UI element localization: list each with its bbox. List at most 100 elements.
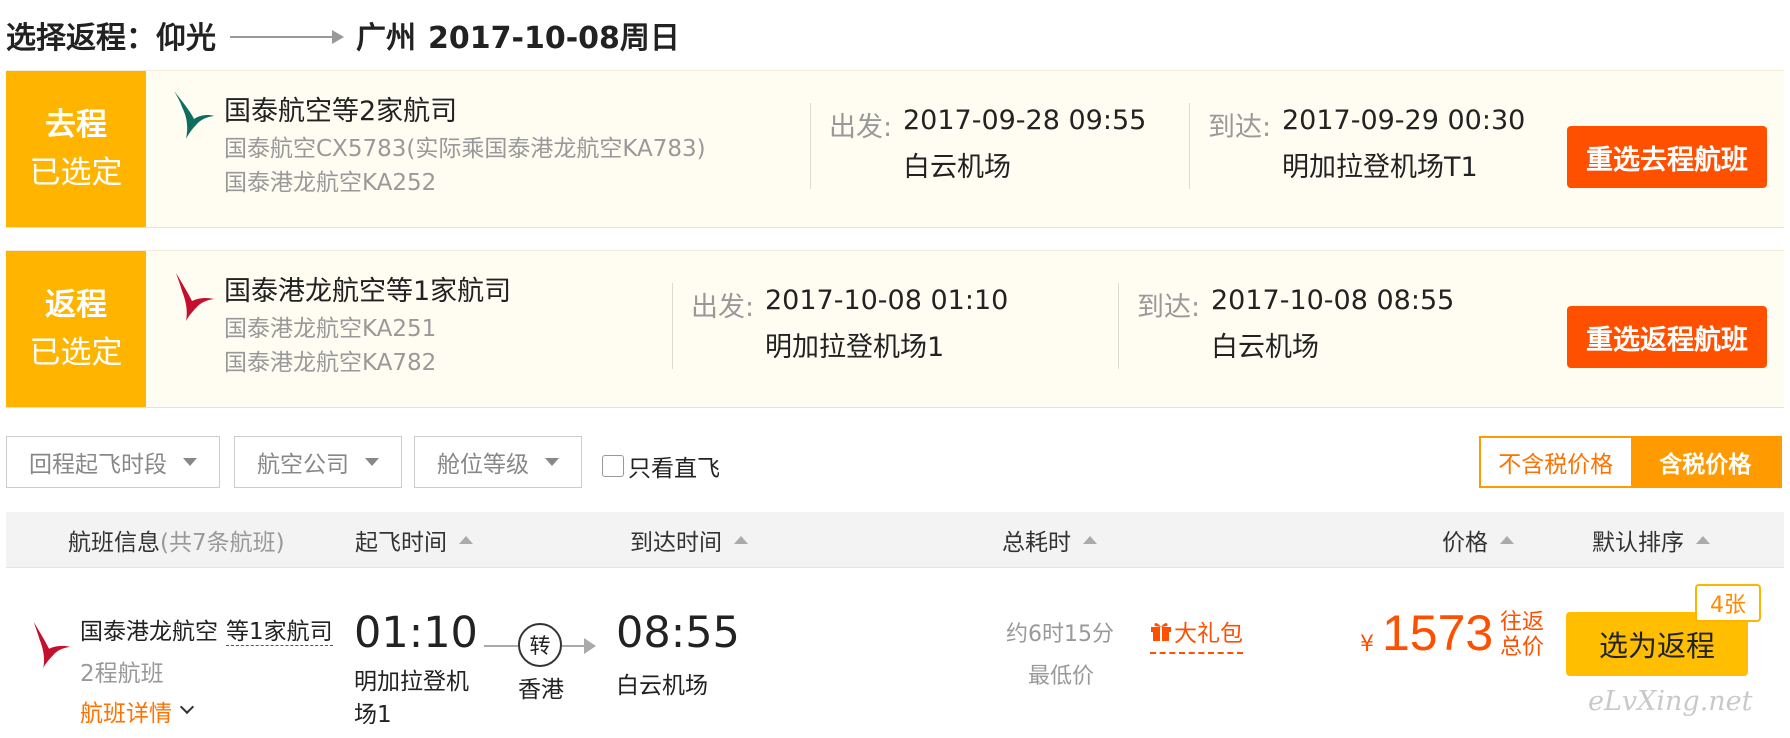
return-depart-time: 2017-10-08 01:10 [765, 285, 1009, 316]
outbound-arrive-time: 2017-09-29 00:30 [1282, 105, 1526, 136]
price-incl-tax-tab[interactable]: 含税价格 [1630, 438, 1780, 486]
flight-details-label: 航班详情 [80, 701, 172, 727]
price-currency: ¥ [1360, 632, 1374, 657]
flight-legs: 2程航班 [80, 661, 164, 687]
direct-only-label: 只看直飞 [628, 456, 720, 482]
return-arrive-time: 2017-10-08 08:55 [1211, 285, 1455, 316]
return-divider-2 [1118, 283, 1119, 369]
flight-arrive-time: 08:55 [616, 608, 740, 658]
outbound-divider-1 [810, 103, 811, 189]
transfer-city: 香港 [518, 677, 564, 703]
outbound-arrive-airport: 明加拉登机场T1 [1282, 152, 1478, 183]
outbound-badge-status: 已选定 [29, 155, 123, 191]
return-badge-title: 返程 [45, 287, 107, 323]
flight-depart-time: 01:10 [354, 608, 478, 658]
return-selected-card: 返程 已选定 国泰港龙航空等1家航司 国泰港龙航空KA251 国泰港龙航空KA7… [6, 250, 1784, 408]
reselect-return-button[interactable]: 重选返程航班 [1567, 306, 1767, 368]
price-type-line1: 往返 [1500, 610, 1545, 635]
dragonair-logo-icon [33, 622, 71, 668]
dragonair-logo-icon [176, 273, 214, 321]
caret-down-icon [365, 458, 379, 466]
sort-default-label: 默认排序 [1592, 530, 1684, 556]
sort-up-icon [1696, 536, 1710, 544]
header-flight-info-label: 航班信息 [68, 530, 160, 556]
return-depart-label: 出发: [691, 292, 755, 323]
header-flight-count: (共7条航班) [160, 530, 285, 556]
filter-departure-time-dropdown[interactable]: 回程起飞时段 [6, 436, 220, 488]
outbound-airline-summary: 国泰航空等2家航司 [224, 96, 458, 127]
chevron-down-icon [179, 699, 195, 715]
sort-depart-time-label: 起飞时间 [355, 530, 447, 556]
sort-depart-time[interactable]: 起飞时间 [355, 512, 473, 568]
flight-list-header: 航班信息 (共7条航班) 起飞时间 到达时间 总耗时 价格 默认排序 [6, 512, 1784, 568]
gift-icon [1151, 623, 1171, 641]
outbound-depart-time: 2017-09-28 09:55 [903, 105, 1147, 136]
reselect-outbound-button[interactable]: 重选去程航班 [1567, 126, 1767, 188]
flight-more-airlines[interactable]: 等1家航司 [226, 619, 333, 646]
flight-details-link[interactable]: 航班详情 [80, 694, 195, 728]
outbound-arrive-label: 到达: [1208, 112, 1272, 143]
sort-up-icon [459, 536, 473, 544]
filter-cabin-dropdown[interactable]: 舱位等级 [414, 436, 582, 488]
return-arrive-airport: 白云机场 [1211, 332, 1319, 363]
return-arrive-label: 到达: [1137, 292, 1201, 323]
caret-down-icon [545, 458, 559, 466]
route-arrow-icon [230, 30, 344, 44]
direct-only-checkbox[interactable] [602, 455, 624, 477]
return-airline-summary: 国泰港龙航空等1家航司 [224, 276, 512, 307]
sort-default[interactable]: 默认排序 [1592, 512, 1710, 568]
watermark: eLvXing.net [1588, 686, 1753, 717]
title-from-city: 仰光 [156, 21, 216, 56]
flight-depart-airport: 明加拉登机场1 [354, 669, 469, 728]
title-prefix: 选择返程： [6, 21, 156, 56]
direct-only-filter[interactable]: 只看直飞 [602, 449, 720, 483]
title-date: 2017-10-08周日 [428, 21, 680, 56]
return-depart-airport: 明加拉登机场1 [765, 332, 945, 363]
title-to-city: 广州 [356, 21, 416, 56]
price-tax-toggle: 不含税价格 含税价格 [1479, 436, 1782, 488]
return-flight-1: 国泰港龙航空KA251 [224, 316, 437, 342]
price-amount: 1573 [1382, 605, 1494, 661]
route-title: 选择返程： 仰光 广州 2017-10-08周日 [6, 12, 680, 58]
sort-up-icon [1500, 536, 1514, 544]
outbound-selected-card: 去程 已选定 国泰航空等2家航司 国泰航空CX5783(实际乘国泰港龙航空KA7… [6, 70, 1784, 228]
header-flight-info: 航班信息 (共7条航班) [68, 512, 285, 568]
flight-duration: 约6时15分 [1006, 622, 1114, 647]
route-line-left [484, 645, 518, 647]
filter-airline-label: 航空公司 [257, 452, 349, 478]
cathay-pacific-logo-icon [174, 91, 214, 139]
price-type-line2: 总价 [1500, 635, 1545, 660]
route-arrow-icon [584, 638, 596, 654]
outbound-badge: 去程 已选定 [6, 71, 146, 227]
outbound-depart-label: 出发: [829, 112, 893, 143]
outbound-depart-airport: 白云机场 [903, 152, 1011, 183]
outbound-badge-title: 去程 [45, 107, 107, 143]
filter-airline-dropdown[interactable]: 航空公司 [234, 436, 402, 488]
sort-price[interactable]: 价格 [1442, 512, 1514, 568]
return-flight-2: 国泰港龙航空KA782 [224, 350, 437, 376]
flight-airline: 国泰港龙航空 等1家航司 [80, 612, 333, 646]
sort-price-label: 价格 [1442, 530, 1488, 556]
price-type: 往返 总价 [1500, 610, 1544, 660]
filter-departure-time-label: 回程起飞时段 [29, 452, 167, 478]
flight-arrive-airport: 白云机场 [616, 673, 708, 699]
transfer-icon: 转 [518, 623, 562, 667]
outbound-flight-1: 国泰航空CX5783(实际乘国泰港龙航空KA783) [224, 136, 706, 162]
outbound-flight-2: 国泰港龙航空KA252 [224, 170, 437, 196]
caret-down-icon [183, 458, 197, 466]
sort-duration[interactable]: 总耗时 [1002, 512, 1097, 568]
price-excl-tax-tab[interactable]: 不含税价格 [1481, 438, 1631, 486]
outbound-divider-2 [1189, 103, 1190, 189]
flight-airline-name: 国泰港龙航空 [80, 619, 218, 645]
return-badge: 返程 已选定 [6, 251, 146, 407]
tickets-left-badge: 4张 [1695, 584, 1761, 622]
gift-package-link[interactable]: 大礼包 [1150, 614, 1243, 654]
return-badge-status: 已选定 [29, 335, 123, 371]
return-divider-1 [672, 283, 673, 369]
sort-duration-label: 总耗时 [1002, 530, 1071, 556]
sort-arrive-time-label: 到达时间 [630, 530, 722, 556]
sort-arrive-time[interactable]: 到达时间 [630, 512, 748, 568]
gift-label: 大礼包 [1174, 621, 1243, 647]
sort-up-icon [734, 536, 748, 544]
filter-cabin-label: 舱位等级 [437, 452, 529, 478]
